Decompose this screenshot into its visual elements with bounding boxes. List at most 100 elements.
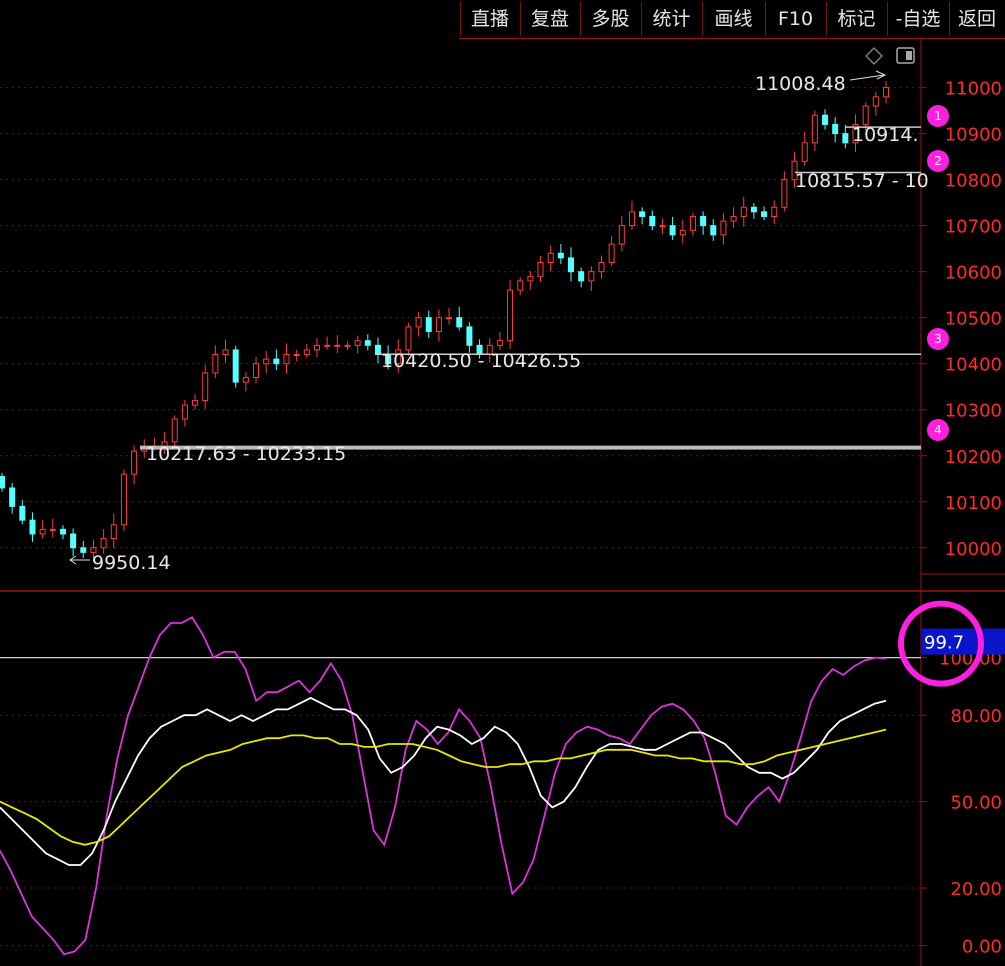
- candle-body: [19, 505, 26, 521]
- support-label: 10914.: [852, 124, 918, 146]
- candle-body: [568, 257, 575, 273]
- candle-body: [639, 211, 646, 217]
- candle-body: [313, 344, 320, 351]
- panel-toggle-icon-fill: [906, 51, 912, 60]
- candle-body: [425, 317, 432, 333]
- candle-body: [0, 475, 5, 489]
- candle-body: [364, 340, 371, 346]
- candle-body: [598, 261, 605, 273]
- candle-body: [181, 404, 188, 420]
- candle-body: [608, 243, 615, 263]
- marker-number: 2: [934, 154, 942, 168]
- current-value-readout: 99.7: [924, 633, 964, 654]
- candle-body: [324, 344, 331, 347]
- candle-body: [232, 349, 239, 383]
- osc-series-line-0: [0, 616, 887, 956]
- toolbar-button-4[interactable]: 画线: [702, 2, 765, 36]
- candle-body: [49, 528, 56, 531]
- candle-body: [303, 349, 310, 356]
- candle-body: [263, 358, 270, 365]
- support-label: 10217.63 - 10233.15: [146, 443, 346, 465]
- toolbar-button-6[interactable]: 标记: [826, 2, 887, 36]
- candle-body: [862, 105, 869, 125]
- price-tick-label: 10400: [945, 355, 1002, 376]
- price-tick-label: 10500: [945, 309, 1002, 330]
- candle-body: [39, 528, 46, 535]
- toolbar-button-1[interactable]: 复盘: [520, 2, 580, 36]
- candle-body: [669, 225, 676, 236]
- toolbar: 直播 复盘 多股 统计 画线 F10 标记 -自选 返回: [0, 0, 1005, 38]
- osc-tick-label: 80.00: [950, 706, 1002, 727]
- candle-body: [883, 87, 889, 98]
- candle-body: [720, 220, 727, 236]
- price-tick-label: 10600: [945, 263, 1002, 284]
- stock-chart[interactable]: 11000 10900 10800 10700 10600 10500 10400 10300…: [0, 0, 1005, 966]
- candle-body: [842, 133, 849, 144]
- candle-body: [811, 114, 818, 144]
- osc-series-line-1: [0, 696, 887, 866]
- candle-body: [59, 528, 66, 535]
- candle-body: [171, 418, 178, 443]
- candle-body: [649, 215, 656, 227]
- candle-body: [517, 280, 524, 291]
- toolbar-button-5[interactable]: F10: [765, 2, 826, 36]
- candle-body: [496, 340, 503, 346]
- toolbar-border: [459, 38, 1005, 39]
- low-price-label: 9950.14: [92, 552, 171, 574]
- support-label: 10815.57 - 10: [795, 170, 929, 192]
- osc-tick-label: 50.00: [950, 793, 1002, 814]
- price-tick-label: 10200: [945, 447, 1002, 468]
- price-tick-label: 10900: [945, 125, 1002, 146]
- candle-body: [80, 547, 87, 553]
- toolbar-button-0[interactable]: 直播: [460, 2, 520, 36]
- candle-body: [822, 114, 829, 125]
- candle-body: [557, 252, 564, 259]
- toolbar-button-2[interactable]: 多股: [580, 2, 641, 36]
- osc-series-line-2: [0, 728, 887, 846]
- candle-body: [750, 206, 757, 213]
- candle-body: [527, 275, 534, 282]
- candle-body: [334, 344, 341, 347]
- candle-body: [771, 206, 778, 217]
- candle-body: [761, 211, 768, 217]
- candle-body: [801, 142, 808, 162]
- toolbar-button-7[interactable]: -自选: [887, 2, 949, 36]
- diamond-icon[interactable]: [865, 47, 883, 65]
- support-label: 10420.50 - 10426.55: [381, 350, 581, 372]
- candle-body: [435, 317, 442, 333]
- candle-body: [222, 349, 229, 356]
- candle-body: [578, 271, 585, 282]
- candle-body: [283, 354, 290, 365]
- candle-body: [131, 450, 138, 475]
- candle-body: [253, 363, 260, 379]
- candle-body: [110, 524, 117, 540]
- candle-body: [120, 473, 127, 526]
- toolbar-button-8[interactable]: 返回: [949, 2, 1005, 36]
- candle-body: [405, 326, 412, 351]
- candle-body: [456, 317, 463, 328]
- candle-body: [242, 377, 249, 383]
- candle-body: [710, 225, 717, 236]
- candle-body: [679, 229, 686, 236]
- osc-tick-label: 0.00: [962, 937, 1002, 958]
- candle-body: [507, 289, 514, 342]
- price-tick-label: 10100: [945, 493, 1002, 514]
- price-tick-label: 10300: [945, 401, 1002, 422]
- candle-body: [192, 400, 199, 406]
- marker-number: 1: [934, 109, 942, 123]
- candle-body: [273, 358, 280, 365]
- candle-body: [202, 372, 209, 402]
- candle-body: [29, 519, 36, 535]
- candle-body: [588, 271, 595, 282]
- candle-body: [628, 211, 635, 227]
- price-tick-label: 11000: [945, 79, 1002, 100]
- marker-number: 4: [934, 423, 942, 437]
- candle-body: [293, 354, 300, 357]
- candle-body: [730, 215, 737, 222]
- candle-body: [446, 317, 453, 320]
- price-tick-label: 10700: [945, 217, 1002, 238]
- toolbar-button-3[interactable]: 统计: [641, 2, 702, 36]
- candle-body: [659, 225, 666, 228]
- candle-body: [781, 179, 788, 208]
- candle-body: [100, 538, 107, 549]
